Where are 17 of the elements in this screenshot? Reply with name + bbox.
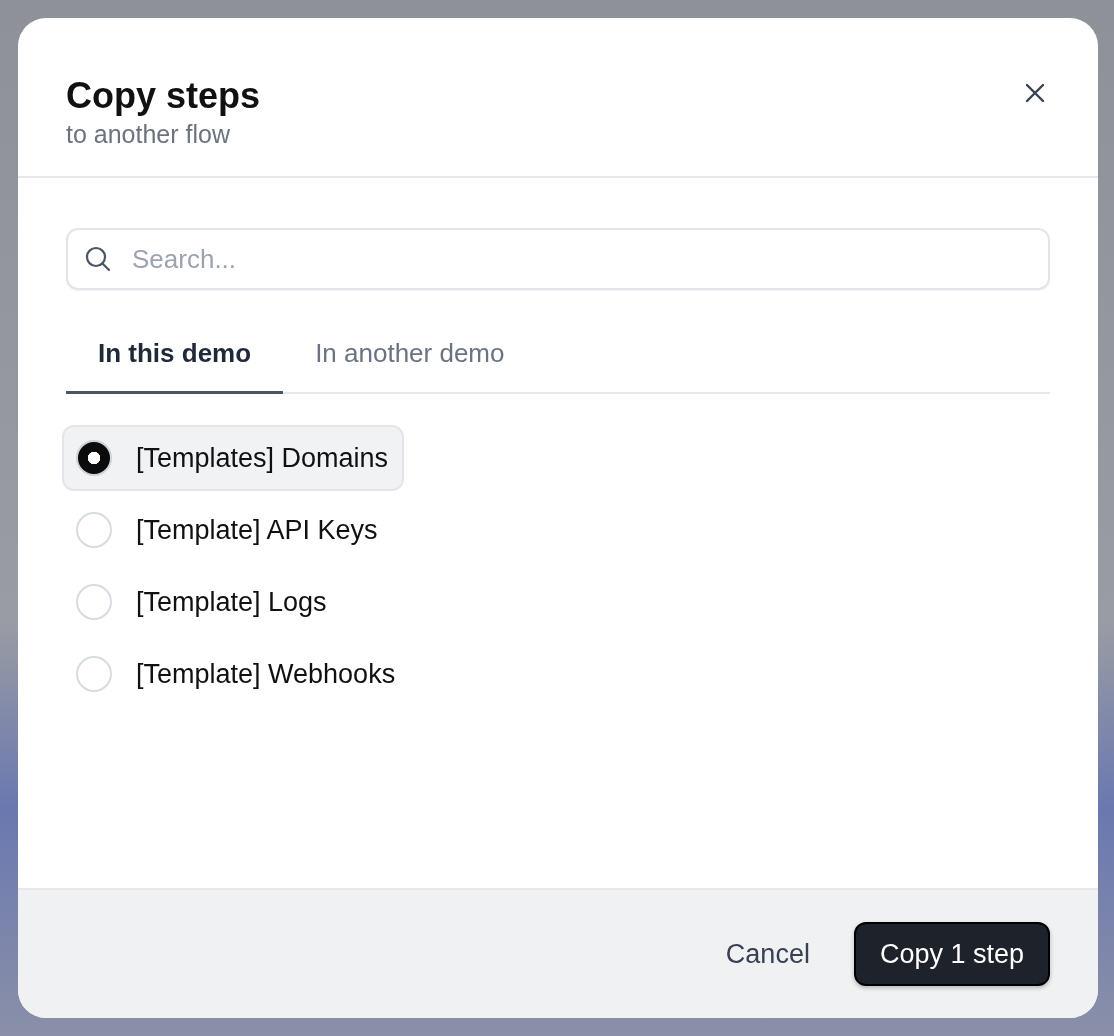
radio-button[interactable] xyxy=(76,440,112,476)
tab[interactable]: In this demo xyxy=(66,318,284,394)
radio-button[interactable] xyxy=(76,512,112,548)
dialog-title: Copy steps xyxy=(66,74,261,118)
radio-button[interactable] xyxy=(76,584,112,620)
flow-option[interactable]: [Templates] Domains xyxy=(62,425,405,491)
flow-option[interactable]: [Template] Webhooks xyxy=(62,641,412,707)
close-icon[interactable] xyxy=(1024,82,1046,104)
radio-button[interactable] xyxy=(76,656,112,692)
tab[interactable]: In another demo xyxy=(283,318,537,394)
dialog-subtitle: to another flow xyxy=(66,120,231,149)
cancel-button[interactable]: Cancel xyxy=(725,930,810,978)
flow-option[interactable]: [Template] API Keys xyxy=(62,497,394,563)
copy-button[interactable]: Copy 1 step xyxy=(853,922,1050,986)
flow-option[interactable]: [Template] Logs xyxy=(62,569,343,635)
search-icon xyxy=(84,245,112,273)
search-field[interactable]: Search... xyxy=(66,228,1050,290)
